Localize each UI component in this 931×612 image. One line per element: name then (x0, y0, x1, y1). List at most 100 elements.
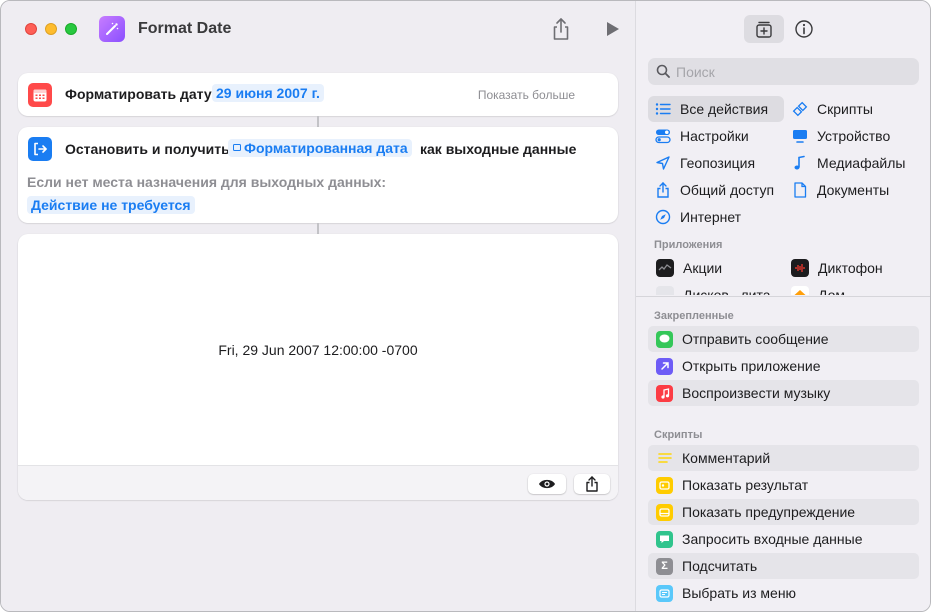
pinned-play-music[interactable]: Воспроизвести музыку (648, 380, 919, 406)
calendar-mini-icon (233, 144, 241, 151)
home-icon (791, 286, 809, 295)
action-connector (317, 223, 319, 234)
app-voice-memos[interactable]: Диктофон (791, 256, 883, 280)
choose-menu-icon (656, 584, 673, 602)
category-scripts[interactable]: Скрипты (791, 96, 873, 122)
ask-input-icon (656, 530, 673, 548)
script-choose-menu[interactable]: Выбрать из меню (648, 580, 919, 606)
script-show-result[interactable]: Показать результат (648, 472, 919, 498)
search-placeholder: Поиск (676, 64, 715, 80)
close-window-button[interactable] (25, 23, 37, 35)
output-preview: Fri, 29 Jun 2007 12:00:00 -0700 (18, 234, 618, 500)
date-token[interactable]: 29 июня 2007 г. (212, 84, 324, 102)
list-item-label: Открыть приложение (682, 358, 821, 374)
category-label: Общий доступ (680, 182, 775, 198)
share-icon (654, 181, 672, 199)
category-label: Настройки (680, 128, 749, 144)
compass-icon (654, 208, 672, 226)
pinned-open-app[interactable]: Открыть приложение (648, 353, 919, 379)
shortcut-icon[interactable] (99, 16, 125, 42)
exit-icon (28, 137, 52, 161)
location-arrow-icon (654, 154, 672, 172)
messages-icon (656, 330, 673, 348)
show-result-icon (656, 476, 673, 494)
category-settings[interactable]: Настройки (654, 123, 749, 149)
list-item-label: Запросить входные данные (682, 531, 863, 547)
sidebar-divider (636, 296, 930, 297)
action-connector (317, 116, 319, 127)
comment-icon (656, 450, 673, 467)
app-stocks[interactable]: Акции (656, 256, 722, 280)
no-destination-label: Если нет места назначения для выходных д… (27, 174, 387, 190)
script-show-alert[interactable]: Показать предупреждение (648, 499, 919, 525)
category-documents[interactable]: Документы (791, 177, 889, 203)
show-more-link[interactable]: Показать больше (478, 88, 575, 102)
action-library-icon (756, 21, 772, 38)
list-item-label: Показать результат (682, 477, 809, 493)
run-play-icon[interactable] (604, 19, 622, 39)
toggle-icon (654, 127, 672, 145)
eye-icon (539, 479, 555, 489)
app-home[interactable]: Дом (791, 283, 845, 295)
category-label: Документы (817, 182, 890, 198)
app-label: Диктофон (818, 260, 883, 276)
list-item-label: Воспроизвести музыку (682, 385, 831, 401)
search-field[interactable]: Поиск (648, 58, 919, 85)
format-date-action[interactable]: Форматировать дату 29 июня 2007 г. Показ… (18, 73, 618, 116)
stop-output-action[interactable]: Остановить и получить Форматированная да… (18, 127, 618, 223)
output-result-text: Fri, 29 Jun 2007 12:00:00 -0700 (218, 342, 418, 358)
category-label: Устройство (817, 128, 891, 144)
category-all-actions[interactable]: Все действия (648, 96, 784, 122)
list-item-label: Подсчитать (682, 558, 758, 574)
library-tab[interactable] (744, 15, 784, 43)
open-app-icon (656, 357, 673, 375)
list-icon (654, 100, 672, 118)
share-output-button[interactable] (574, 474, 610, 494)
calendar-icon (28, 83, 52, 107)
pinned-section-header: Закрепленные (654, 310, 734, 322)
category-web[interactable]: Интернет (654, 204, 741, 230)
category-location[interactable]: Геопозиция (654, 150, 755, 176)
scripts-section-header: Скрипты (654, 429, 703, 441)
script-comment[interactable]: Комментарий (648, 445, 919, 471)
search-icon (656, 64, 670, 78)
share-icon[interactable] (551, 17, 571, 41)
category-label: Все действия (680, 101, 769, 117)
info-tab[interactable] (793, 18, 815, 40)
apps-list: Акции Диктофон Дисков...лита Дом (636, 255, 930, 295)
stop-label-post: как выходные данные (420, 141, 577, 157)
alert-icon (656, 503, 673, 521)
category-device[interactable]: Устройство (791, 123, 890, 149)
list-item-label: Показать предупреждение (682, 504, 856, 520)
pinned-send-message[interactable]: Отправить сообщение (648, 326, 919, 352)
app-disk-utility[interactable]: Дисков...лита (656, 283, 771, 295)
formatted-date-token-label: Форматированная дата (244, 140, 408, 156)
disk-utility-icon (656, 286, 674, 295)
quick-look-button[interactable] (528, 474, 566, 494)
document-icon (791, 181, 809, 199)
stocks-icon (656, 259, 674, 277)
category-media[interactable]: Медиафайлы (791, 150, 905, 176)
list-item-label: Комментарий (682, 450, 771, 466)
music-icon (656, 384, 673, 402)
zoom-window-button[interactable] (65, 23, 77, 35)
category-sharing[interactable]: Общий доступ (654, 177, 774, 203)
no-action-token[interactable]: Действие не требуется (27, 196, 195, 214)
script-count[interactable]: Σ Подсчитать (648, 553, 919, 579)
formatted-date-token[interactable]: Форматированная дата (228, 139, 412, 157)
script-ask-input[interactable]: Запросить входные данные (648, 526, 919, 552)
minimize-window-button[interactable] (45, 23, 57, 35)
info-icon (795, 20, 813, 38)
category-label: Скрипты (817, 101, 873, 117)
share-icon (586, 476, 598, 492)
app-label: Дисков...лита (683, 287, 771, 295)
app-label: Дом (818, 287, 846, 295)
format-date-label: Форматировать дату (65, 86, 212, 102)
count-icon: Σ (656, 557, 673, 575)
category-label: Интернет (680, 209, 742, 225)
output-footer (18, 465, 618, 500)
shortcuts-window: Format Date Форматировать дату 29 июня 2… (0, 0, 931, 612)
window-title: Format Date (138, 20, 232, 37)
monitor-icon (791, 127, 809, 145)
scripts-icon (791, 100, 809, 118)
